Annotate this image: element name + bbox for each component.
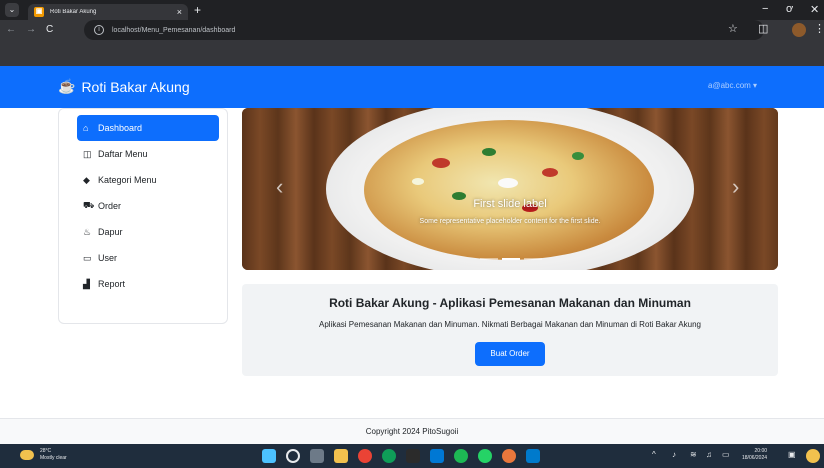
spotify-icon[interactable] xyxy=(454,449,468,463)
sidebar-item-label: Dapur xyxy=(98,227,123,237)
clock-date: 18/06/2024 xyxy=(742,455,768,461)
sidebar-item-label: Order xyxy=(98,201,122,211)
carousel-prev-icon[interactable]: ‹ xyxy=(276,174,283,200)
sidebar: ⌂ Dashboard ◫ Daftar Menu ◆ Kategori Menu ⛟ Ord… xyxy=(58,108,228,324)
caret-down-icon: ▾ xyxy=(753,81,758,90)
topping xyxy=(432,158,450,168)
browser-titlebar: ⌄ ▣ Roti Bakar Akung × + − ơ ✕ xyxy=(0,0,824,20)
buat-order-button[interactable]: Buat Order xyxy=(475,342,545,366)
sidebar-item-label: Daftar Menu xyxy=(98,149,148,159)
address-bar[interactable]: i localhost/Menu_Pemesanan/dashboard xyxy=(84,20,764,40)
browser-toolbar: ← → C i localhost/Menu_Pemesanan/dashboa… xyxy=(0,20,824,66)
tab-title: Roti Bakar Akung xyxy=(50,9,97,15)
hero-section: Roti Bakar Akung - Aplikasi Pemesanan Ma… xyxy=(242,284,778,376)
start-icon[interactable] xyxy=(262,449,276,463)
clock-time: 20:00 xyxy=(754,448,768,454)
topping xyxy=(572,152,584,160)
profile-avatar[interactable] xyxy=(792,23,806,37)
mail-icon[interactable] xyxy=(430,449,444,463)
forward-icon[interactable]: → xyxy=(26,24,36,35)
app-navbar: ☕ Roti Bakar Akung a@abc.com ▾ xyxy=(0,66,824,108)
id-card-icon: ▭ xyxy=(83,252,92,263)
favicon-icon: ▣ xyxy=(34,7,44,17)
bookmark-star-icon[interactable]: ☆ xyxy=(728,22,738,35)
task-view-icon[interactable] xyxy=(310,449,324,463)
carousel-next-icon[interactable]: › xyxy=(732,174,739,200)
sidebar-item-report[interactable]: ▟ Report xyxy=(77,271,219,297)
minimize-button[interactable]: − xyxy=(762,3,768,15)
carousel-indicator[interactable] xyxy=(524,258,542,260)
whatsapp-icon[interactable] xyxy=(478,449,492,463)
weather-widget[interactable]: 28°C Mostly clear xyxy=(20,448,67,462)
tag-icon: ◆ xyxy=(83,174,90,185)
hero-text: Aplikasi Pemesanan Makanan dan Minuman. … xyxy=(319,320,701,329)
sidebar-item-kategori-menu[interactable]: ◆ Kategori Menu xyxy=(77,167,219,193)
sidebar-item-dapur[interactable]: ♨ Dapur xyxy=(77,219,219,245)
topping xyxy=(482,148,496,156)
weather-desc: Mostly clear xyxy=(40,455,67,461)
hero-title: Roti Bakar Akung - Aplikasi Pemesanan Ma… xyxy=(329,296,691,310)
book-icon: ◫ xyxy=(83,148,92,159)
sidebar-item-label: Dashboard xyxy=(98,123,143,133)
weather-text: 28°C Mostly clear xyxy=(40,448,67,462)
back-icon[interactable]: ← xyxy=(6,24,16,35)
pizza-image xyxy=(364,120,654,260)
reload-icon[interactable]: C xyxy=(46,24,53,35)
house-icon: ⌂ xyxy=(83,123,89,133)
cart-icon: ⛟ xyxy=(83,200,95,210)
url-text[interactable]: localhost/Menu_Pemesanan/dashboard xyxy=(112,27,235,34)
notification-icon[interactable]: ▣ xyxy=(788,450,796,459)
new-tab-button[interactable]: + xyxy=(194,3,201,17)
topping xyxy=(498,178,518,188)
volume-icon[interactable]: ♫ xyxy=(706,450,712,459)
chrome-icon[interactable] xyxy=(358,449,372,463)
brand-name: Roti Bakar Akung xyxy=(81,78,190,95)
epic-games-icon[interactable] xyxy=(406,449,420,463)
vscode-icon[interactable] xyxy=(526,449,540,463)
app-icon[interactable] xyxy=(502,449,516,463)
maximize-button[interactable]: ơ xyxy=(786,3,793,15)
windows-taskbar: 28°C Mostly clear ^ ♪ ≋ ♫ ▭ 20:00 18/06/… xyxy=(0,444,824,468)
brand[interactable]: ☕ Roti Bakar Akung xyxy=(58,78,190,95)
edge-icon[interactable] xyxy=(382,449,396,463)
clock[interactable]: 20:00 18/06/2024 xyxy=(742,448,767,462)
close-window-button[interactable]: ✕ xyxy=(810,3,819,16)
user-dropdown[interactable]: a@abc.com ▾ xyxy=(708,81,757,90)
user-email: a@abc.com xyxy=(708,81,751,90)
tab-search-button[interactable]: ⌄ xyxy=(5,3,19,17)
battery-icon[interactable]: ▭ xyxy=(722,450,730,459)
topping xyxy=(412,178,424,185)
sidebar-item-label: Report xyxy=(98,279,126,289)
sidebar-item-user[interactable]: ▭ User xyxy=(77,245,219,271)
browser-menu-icon[interactable]: ⋮ xyxy=(814,22,824,35)
carousel: ‹ › First slide label Some representativ… xyxy=(242,108,778,270)
tray-chevron-icon[interactable]: ^ xyxy=(652,450,656,459)
info-icon[interactable]: i xyxy=(94,25,104,35)
carousel-caption-text: Some representative placeholder content … xyxy=(419,218,601,225)
sidebar-item-label: Kategori Menu xyxy=(98,175,157,185)
weather-temp: 28°C xyxy=(40,448,52,454)
footer: Copyright 2024 PitoSugoii xyxy=(0,418,824,444)
carousel-indicator[interactable] xyxy=(480,258,498,260)
extensions-icon[interactable]: ◫ xyxy=(758,22,768,35)
wifi-icon[interactable]: ≋ xyxy=(690,450,697,459)
carousel-indicators xyxy=(480,258,542,260)
fire-icon: ♨ xyxy=(83,226,92,237)
file-explorer-icon[interactable] xyxy=(334,449,348,463)
sidebar-item-dashboard[interactable]: ⌂ Dashboard xyxy=(77,115,219,141)
carousel-indicator-active[interactable] xyxy=(502,258,520,260)
sidebar-item-order[interactable]: ⛟ Order xyxy=(77,193,219,219)
sidebar-item-label: User xyxy=(98,253,118,263)
copilot-icon[interactable] xyxy=(806,449,820,463)
search-icon[interactable] xyxy=(286,449,300,463)
browser-tab[interactable]: ▣ Roti Bakar Akung × xyxy=(28,4,188,20)
chart-icon: ▟ xyxy=(83,278,90,289)
cup-icon: ☕ xyxy=(58,78,76,94)
weather-icon xyxy=(20,450,34,460)
carousel-caption-title: First slide label xyxy=(473,198,547,210)
topping xyxy=(542,168,558,177)
sidebar-item-daftar-menu[interactable]: ◫ Daftar Menu xyxy=(77,141,219,167)
mic-icon[interactable]: ♪ xyxy=(672,450,676,459)
tab-close-icon[interactable]: × xyxy=(177,7,182,17)
